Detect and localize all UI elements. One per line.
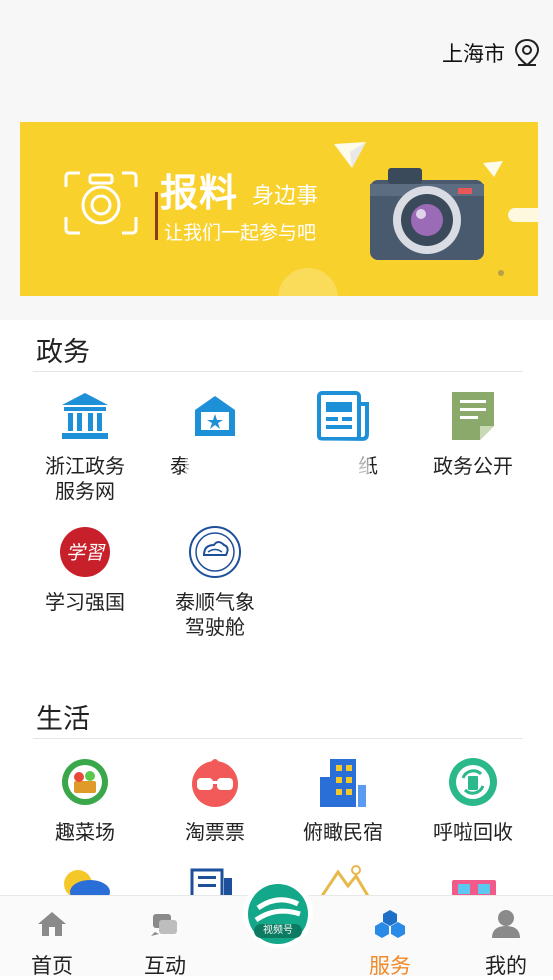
person-icon	[492, 910, 520, 938]
service-gov-disclosure[interactable]: 政务公开	[408, 386, 538, 479]
nav-label: 我的	[485, 954, 527, 978]
paper-plane-icon	[334, 142, 366, 168]
interact-icon	[151, 914, 177, 936]
service-xuexi[interactable]: 学習 学习强国	[20, 522, 150, 615]
service-label: 俯瞰民宿	[303, 820, 383, 844]
vegetable-basket-icon	[62, 759, 108, 805]
service-label: 政务公开	[433, 454, 513, 478]
section-title-government: 政务	[36, 337, 90, 368]
glasses-mascot-icon	[192, 759, 238, 807]
nav-service[interactable]: 服务	[350, 896, 430, 978]
service-qucaichang[interactable]: 趣菜场	[20, 752, 150, 845]
document-list-icon	[190, 868, 232, 898]
section-divider	[33, 738, 523, 739]
nav-label: 首页	[31, 954, 73, 978]
nav-label: 服务	[369, 954, 411, 978]
service-zhejiang-gov[interactable]: 浙江政务 服务网	[20, 386, 150, 504]
text-cursor-decoration	[155, 192, 158, 240]
decor-circle	[278, 268, 338, 296]
service-taishun-weather[interactable]: 泰顺气象 驾驶舱	[150, 522, 280, 640]
newspaper-icon	[317, 391, 369, 441]
obscured-overlay	[185, 440, 370, 512]
report-banner[interactable]: 报料 身边事 让我们一起参与吧	[20, 122, 538, 296]
location-city: 上海市	[442, 42, 505, 66]
badge-house-icon	[195, 396, 235, 436]
banner-subtitle: 身边事	[252, 184, 319, 209]
service-label: 泰顺气象 驾驶舱	[175, 590, 255, 639]
nav-label: 互动	[144, 954, 186, 978]
weather-sun-icon	[64, 870, 110, 898]
camera-outline-icon	[64, 171, 138, 235]
recycle-icon	[449, 758, 497, 806]
svg-text:学習: 学習	[66, 542, 106, 564]
nav-home[interactable]: 首页	[12, 896, 92, 978]
ticket-glasses-icon	[452, 880, 496, 898]
building-icon	[320, 759, 366, 807]
service-label: 浙江政务 服务网	[45, 454, 125, 503]
mountain-icon	[320, 865, 370, 897]
service-label: 呼啦回收	[433, 820, 513, 844]
nav-interact[interactable]: 互动	[125, 896, 205, 978]
location-selector[interactable]: 上海市	[442, 38, 541, 68]
nav-mine[interactable]: 我的	[466, 896, 546, 978]
service-hula-recycle[interactable]: 呼啦回收	[408, 752, 538, 845]
decor-cloud	[508, 208, 538, 222]
location-pin-icon	[514, 38, 540, 67]
banner-tagline: 让我们一起参与吧	[164, 222, 317, 244]
video-channel-label: 视频号	[254, 924, 302, 938]
weather-seal-icon	[189, 526, 241, 578]
paper-plane-small-icon	[483, 161, 503, 177]
service-label: 学习强国	[45, 590, 125, 614]
service-label: 淘票票	[185, 820, 245, 844]
service-taopiaopiao[interactable]: 淘票票	[150, 752, 280, 845]
video-channel-button[interactable]: 视频号	[248, 884, 308, 944]
service-fukan-minsu[interactable]: 俯瞰民宿	[278, 752, 408, 845]
decor-dot	[498, 270, 504, 276]
section-divider	[33, 371, 523, 372]
section-title-life: 生活	[36, 704, 90, 735]
government-building-icon	[62, 393, 108, 439]
xuexi-logo-icon: 学習	[60, 527, 110, 577]
camera-illustration-icon	[370, 168, 484, 260]
service-cubes-icon	[375, 910, 405, 938]
home-icon	[38, 912, 66, 936]
document-icon	[452, 392, 494, 440]
banner-title: 报料	[160, 171, 239, 215]
service-label: 趣菜场	[55, 820, 115, 844]
